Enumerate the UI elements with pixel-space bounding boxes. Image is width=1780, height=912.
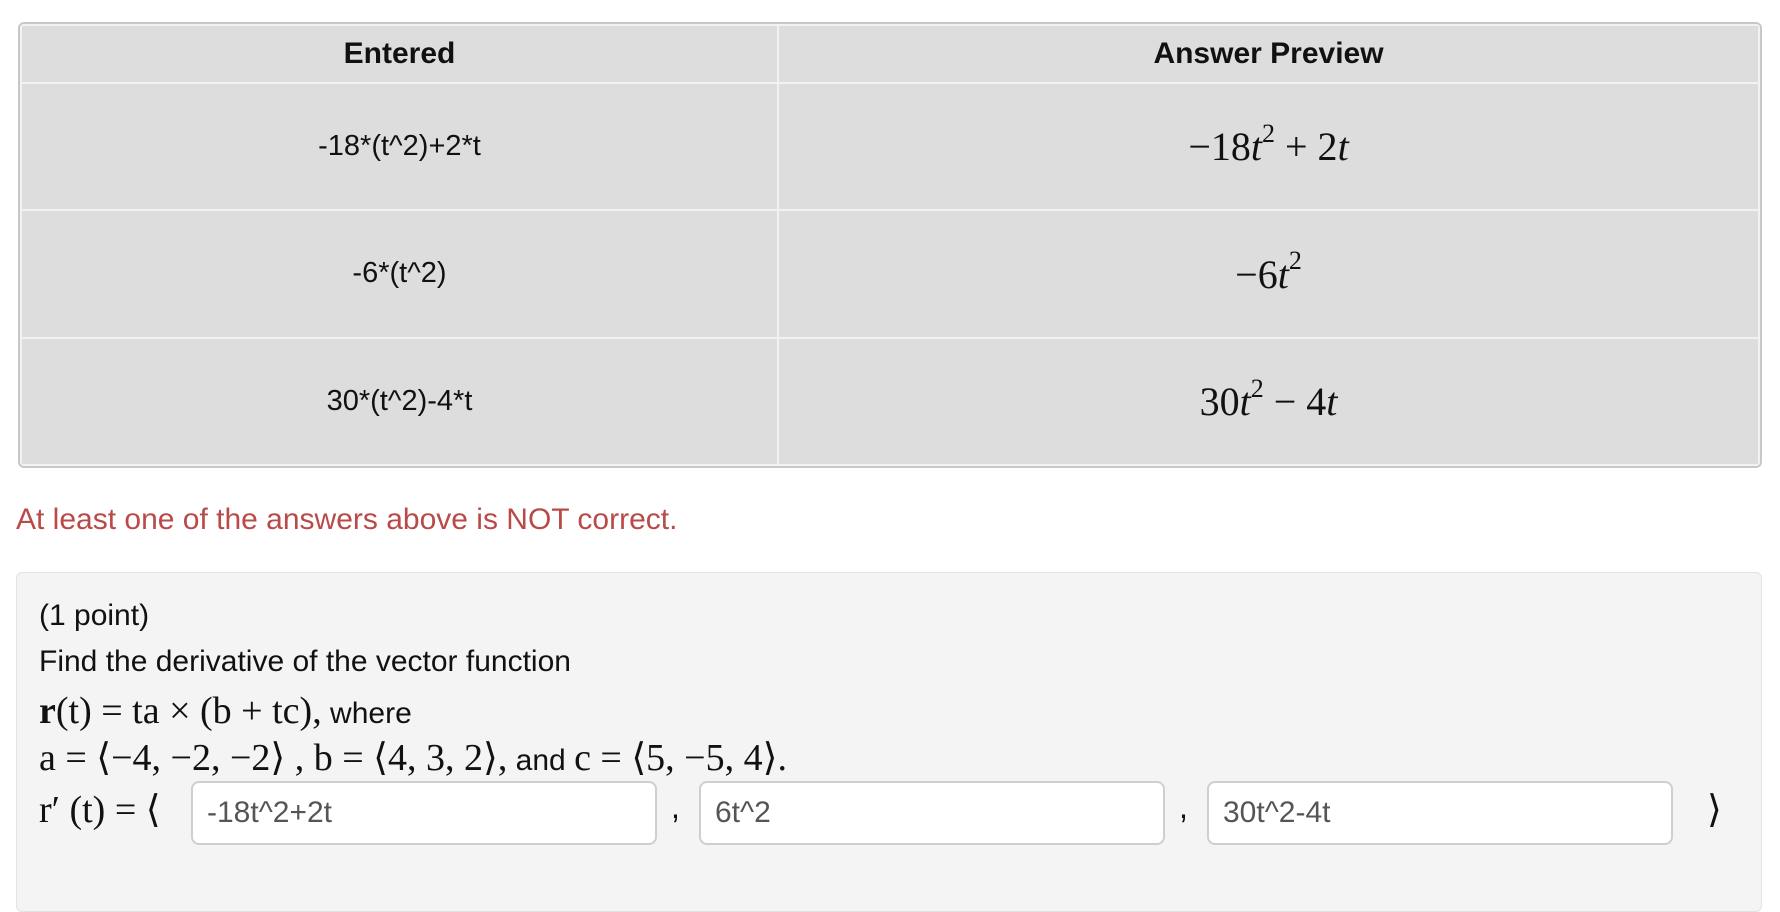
entered-cell: -6*(t^2) <box>20 209 779 339</box>
preview-cell: 30t2 − 4t <box>777 336 1760 466</box>
vectors-math: a = ⟨−4, −2, −2⟩ , b = ⟨4, 3, 2⟩, <box>39 737 508 779</box>
problem-vectors: a = ⟨−4, −2, −2⟩ , b = ⟨4, 3, 2⟩, and c … <box>39 735 787 780</box>
preview-math: −18t2 + 2t <box>1188 119 1349 170</box>
preview-var: t <box>1337 124 1349 170</box>
entered-cell: -18*(t^2)+2*t <box>20 81 779 212</box>
answer-input-3[interactable]: 30t^2-4t <box>1207 781 1673 845</box>
preview-exponent: 2 <box>1262 119 1275 148</box>
answer-input-2[interactable]: 6t^2 <box>699 781 1165 845</box>
preview-cell: −6t2 <box>777 209 1760 339</box>
function-math: r(t) = ta × (b + tc), <box>39 690 322 732</box>
preview-var: t <box>1326 378 1338 424</box>
preview-term: − 4 <box>1263 378 1327 424</box>
entered-column-header: Entered <box>20 24 779 84</box>
preview-var: t <box>1239 378 1251 424</box>
answer-input-1[interactable]: -18t^2+2t <box>191 781 657 845</box>
results-table-container: Entered Answer Preview -18*(t^2)+2*t −18… <box>18 22 1762 468</box>
preview-term: + 2 <box>1275 124 1338 170</box>
feedback-message: At least one of the answers above is NOT… <box>16 503 678 536</box>
separator-comma: , <box>1179 789 1188 825</box>
problem-function: r(t) = ta × (b + tc), where <box>39 689 412 733</box>
preview-math: −6t2 <box>1235 246 1302 297</box>
entered-cell: 30*(t^2)-4*t <box>20 336 779 466</box>
problem-points: (1 point) <box>39 599 150 632</box>
function-r: r <box>39 690 56 732</box>
answer-preview-column-header: Answer Preview <box>777 24 1760 84</box>
problem-prompt: Find the derivative of the vector functi… <box>39 645 571 678</box>
problem-panel: (1 point) Find the derivative of the vec… <box>16 572 1762 912</box>
preview-coef: −18 <box>1188 124 1251 170</box>
results-table: Entered Answer Preview -18*(t^2)+2*t −18… <box>20 24 1760 466</box>
preview-var: t <box>1277 251 1289 297</box>
preview-coef: −6 <box>1235 251 1278 297</box>
preview-cell: −18t2 + 2t <box>777 81 1760 212</box>
and-text: and <box>507 744 575 777</box>
separator-comma: , <box>671 789 680 825</box>
c-vector-math: c = ⟨5, −5, 4⟩. <box>574 737 787 779</box>
results-header-row: Entered Answer Preview <box>20 24 1760 84</box>
table-row: -6*(t^2) −6t2 <box>20 209 1760 339</box>
function-body: (t) = ta × (b + tc), <box>55 690 322 732</box>
answer-rangle: ⟩ <box>1707 789 1722 831</box>
preview-exponent: 2 <box>1250 373 1264 403</box>
table-row: -18*(t^2)+2*t −18t2 + 2t <box>20 81 1760 212</box>
preview-math: 30t2 − 4t <box>1199 374 1338 424</box>
answer-row: r′ (t) = ⟨ -18t^2+2t , 6t^2 , 30t^2-4t ⟩ <box>39 781 1739 847</box>
where-text: where <box>321 697 412 730</box>
preview-var: t <box>1250 124 1262 170</box>
answer-lhs: r′ (t) = ⟨ <box>39 789 161 831</box>
table-row: 30*(t^2)-4*t 30t2 − 4t <box>20 336 1760 466</box>
preview-coef: 30 <box>1199 378 1240 424</box>
preview-exponent: 2 <box>1288 246 1302 276</box>
